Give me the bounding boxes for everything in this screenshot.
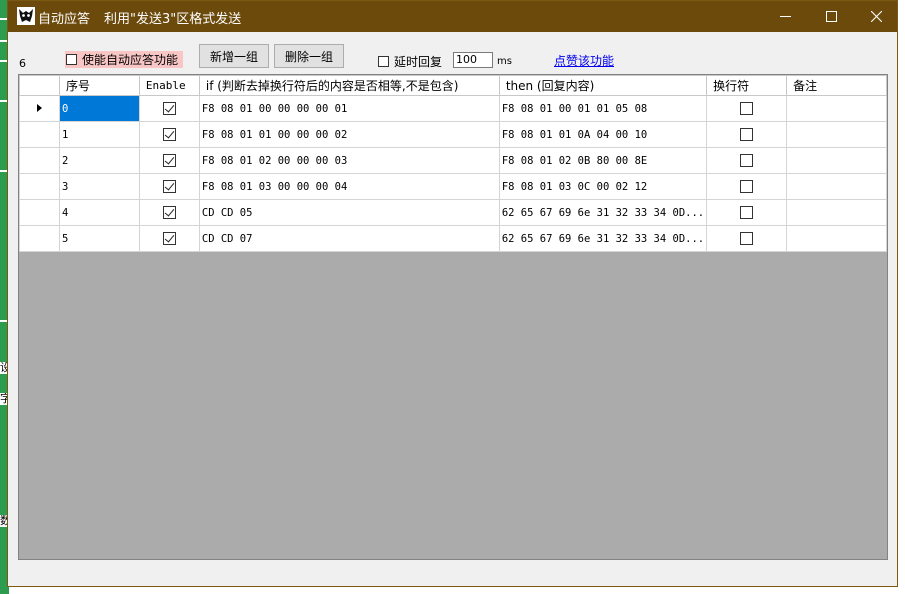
cell-enable[interactable]: [138, 147, 200, 174]
column-header-index[interactable]: 序号: [58, 75, 140, 96]
cell-newline[interactable]: [706, 225, 788, 252]
delay-ms-input[interactable]: 100: [453, 52, 493, 68]
cell-if[interactable]: F8 08 01 03 00 00 00 04: [198, 173, 500, 200]
enable-checkbox[interactable]: [162, 102, 176, 115]
toolbar: 6 使能自动应答功能 新增一组 删除一组 延时回复 100 ms 点赞该功能: [8, 32, 897, 74]
table-row[interactable]: 5 CD CD 07 62 65 67 69 6e 31 32 33 34 0D…: [19, 225, 887, 252]
column-header-enable[interactable]: Enable: [138, 75, 200, 96]
row-header[interactable]: [19, 225, 60, 252]
newline-checkbox[interactable]: [740, 180, 754, 193]
table-header-row: 序号 Enable if (判断去掉换行符后的内容是否相等,不是包含) then…: [19, 75, 887, 96]
rules-grid: 序号 Enable if (判断去掉换行符后的内容是否相等,不是包含) then…: [18, 74, 888, 560]
minimize-button[interactable]: [762, 1, 808, 32]
row-header-corner: [19, 75, 60, 96]
cell-if[interactable]: F8 08 01 02 00 00 00 03: [198, 147, 500, 174]
close-button[interactable]: [853, 1, 899, 32]
cell-note[interactable]: [786, 95, 887, 122]
window-subtitle: 利用"发送3"区格式发送: [104, 12, 242, 27]
cell-enable[interactable]: [138, 225, 200, 252]
cell-then[interactable]: F8 08 01 03 0C 00 02 12: [498, 173, 708, 200]
newline-checkbox[interactable]: [740, 154, 754, 167]
enable-checkbox[interactable]: [162, 206, 176, 219]
cell-then[interactable]: F8 08 01 02 0B 80 00 8E: [498, 147, 708, 174]
cell-then[interactable]: F8 08 01 01 0A 04 00 10: [498, 121, 708, 148]
status-bar: [8, 563, 897, 585]
row-header[interactable]: [19, 121, 60, 148]
table-row[interactable]: 1 F8 08 01 01 00 00 00 02 F8 08 01 01 0A…: [19, 121, 887, 148]
cell-index[interactable]: 4: [58, 199, 140, 226]
window-title: 自动应答 利用"发送3"区格式发送: [38, 8, 241, 27]
delay-reply-checkbox[interactable]: 延时回复: [378, 53, 442, 70]
newline-checkbox[interactable]: [740, 232, 754, 245]
cell-index[interactable]: 0: [58, 95, 140, 122]
cell-if[interactable]: F8 08 01 01 00 00 00 02: [198, 121, 500, 148]
row-header[interactable]: [19, 147, 60, 174]
row-count-label: 6: [19, 57, 26, 70]
cell-newline[interactable]: [706, 147, 788, 174]
maximize-button[interactable]: [808, 1, 854, 32]
app-logo-icon: [17, 7, 35, 25]
cell-enable[interactable]: [138, 199, 200, 226]
cell-note[interactable]: [786, 147, 887, 174]
cell-enable[interactable]: [138, 121, 200, 148]
enable-checkbox[interactable]: [162, 154, 176, 167]
cell-if[interactable]: CD CD 07: [198, 225, 500, 252]
row-header[interactable]: [19, 173, 60, 200]
enable-checkbox[interactable]: [162, 180, 176, 193]
delay-reply-label: 延时回复: [394, 55, 443, 69]
delay-reply-box[interactable]: [378, 56, 389, 67]
enable-checkbox[interactable]: [162, 128, 176, 141]
close-icon: [870, 11, 882, 22]
table-row[interactable]: 0 F8 08 01 00 00 00 00 01 F8 08 01 00 01…: [19, 95, 887, 122]
cell-index[interactable]: 1: [58, 121, 140, 148]
row-header[interactable]: [19, 199, 60, 226]
cell-note[interactable]: [786, 199, 887, 226]
current-row-arrow-icon: [36, 103, 42, 112]
newline-checkbox[interactable]: [740, 206, 754, 219]
cell-enable[interactable]: [138, 95, 200, 122]
newline-checkbox[interactable]: [740, 102, 754, 115]
cell-index[interactable]: 2: [58, 147, 140, 174]
column-header-if[interactable]: if (判断去掉换行符后的内容是否相等,不是包含): [198, 75, 500, 96]
delay-unit-label: ms: [497, 56, 512, 67]
like-feature-link[interactable]: 点赞该功能: [554, 52, 614, 69]
enable-auto-reply-label: 使能自动应答功能: [82, 53, 179, 67]
cell-newline[interactable]: [706, 121, 788, 148]
enable-checkbox[interactable]: [162, 232, 176, 245]
window-title-text: 自动应答: [38, 12, 91, 27]
add-group-button[interactable]: 新增一组: [199, 44, 269, 68]
cell-newline[interactable]: [706, 95, 788, 122]
auto-reply-window: 自动应答 利用"发送3"区格式发送 6 使能自动应答功能 新增一组 删除一组 延时…: [7, 0, 898, 587]
column-header-newline[interactable]: 换行符: [706, 75, 788, 96]
minimize-icon: [779, 16, 791, 17]
cell-newline[interactable]: [706, 199, 788, 226]
table-row[interactable]: 2 F8 08 01 02 00 00 00 03 F8 08 01 02 0B…: [19, 147, 887, 174]
cell-newline[interactable]: [706, 173, 788, 200]
rules-table: 序号 Enable if (判断去掉换行符后的内容是否相等,不是包含) then…: [19, 75, 887, 252]
cell-index[interactable]: 5: [58, 225, 140, 252]
table-row[interactable]: 4 CD CD 05 62 65 67 69 6e 31 32 33 34 0D…: [19, 199, 887, 226]
table-row[interactable]: 3 F8 08 01 03 00 00 00 04 F8 08 01 03 0C…: [19, 173, 887, 200]
cell-if[interactable]: CD CD 05: [198, 199, 500, 226]
column-header-then[interactable]: then (回复内容): [498, 75, 708, 96]
cell-if[interactable]: F8 08 01 00 00 00 00 01: [198, 95, 500, 122]
delete-group-button[interactable]: 删除一组: [274, 44, 344, 68]
title-bar[interactable]: 自动应答 利用"发送3"区格式发送: [8, 1, 897, 32]
enable-auto-reply-checkbox[interactable]: 使能自动应答功能: [65, 51, 184, 68]
cell-then[interactable]: 62 65 67 69 6e 31 32 33 34 0D...: [498, 225, 708, 252]
column-header-note[interactable]: 备注: [786, 75, 887, 96]
cell-enable[interactable]: [138, 173, 200, 200]
cell-then[interactable]: F8 08 01 00 01 01 05 08: [498, 95, 708, 122]
newline-checkbox[interactable]: [740, 128, 754, 141]
cell-note[interactable]: [786, 225, 887, 252]
cell-index[interactable]: 3: [58, 173, 140, 200]
cell-note[interactable]: [786, 121, 887, 148]
maximize-icon: [825, 11, 837, 22]
enable-auto-reply-box[interactable]: [66, 54, 77, 65]
cell-then[interactable]: 62 65 67 69 6e 31 32 33 34 0D...: [498, 199, 708, 226]
cell-note[interactable]: [786, 173, 887, 200]
row-header[interactable]: [19, 95, 60, 122]
